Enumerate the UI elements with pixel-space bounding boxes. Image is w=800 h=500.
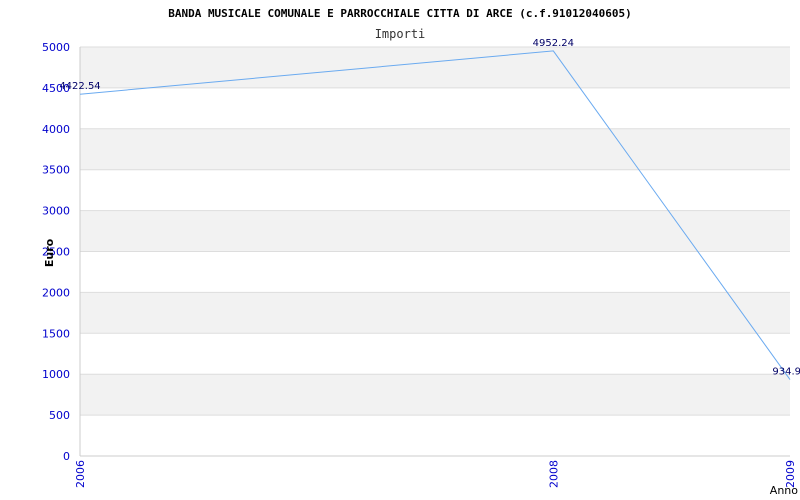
x-axis-label: Anno	[770, 484, 798, 497]
y-tick-label: 0	[63, 450, 70, 463]
y-tick-label: 1500	[42, 327, 70, 340]
chart-title: BANDA MUSICALE COMUNALE E PARROCCHIALE C…	[168, 7, 632, 20]
line-chart: 0500100015002000250030003500400045005000…	[42, 7, 800, 497]
plot-band	[80, 292, 790, 334]
plot-band	[80, 128, 790, 170]
y-tick-label: 1000	[42, 368, 70, 381]
data-label: 934.9	[772, 367, 800, 378]
y-tick-label: 3500	[42, 164, 70, 177]
data-label: 4422.54	[59, 81, 100, 92]
x-tick-label: 2008	[547, 460, 560, 488]
y-axis-label: Euro	[43, 238, 56, 267]
plot-band	[80, 374, 790, 416]
data-label: 4952.24	[533, 38, 574, 49]
x-tick-labels: 2006 2008 2009	[74, 460, 797, 488]
chart-subtitle: Importi	[375, 27, 426, 41]
y-tick-label: 3000	[42, 205, 70, 218]
y-tick-label: 5000	[42, 41, 70, 54]
x-tick-label: 2006	[74, 460, 87, 488]
plot-band	[80, 47, 790, 88]
y-tick-label: 2000	[42, 286, 70, 299]
y-tick-label: 500	[49, 409, 70, 422]
y-tick-label: 4000	[42, 123, 70, 136]
